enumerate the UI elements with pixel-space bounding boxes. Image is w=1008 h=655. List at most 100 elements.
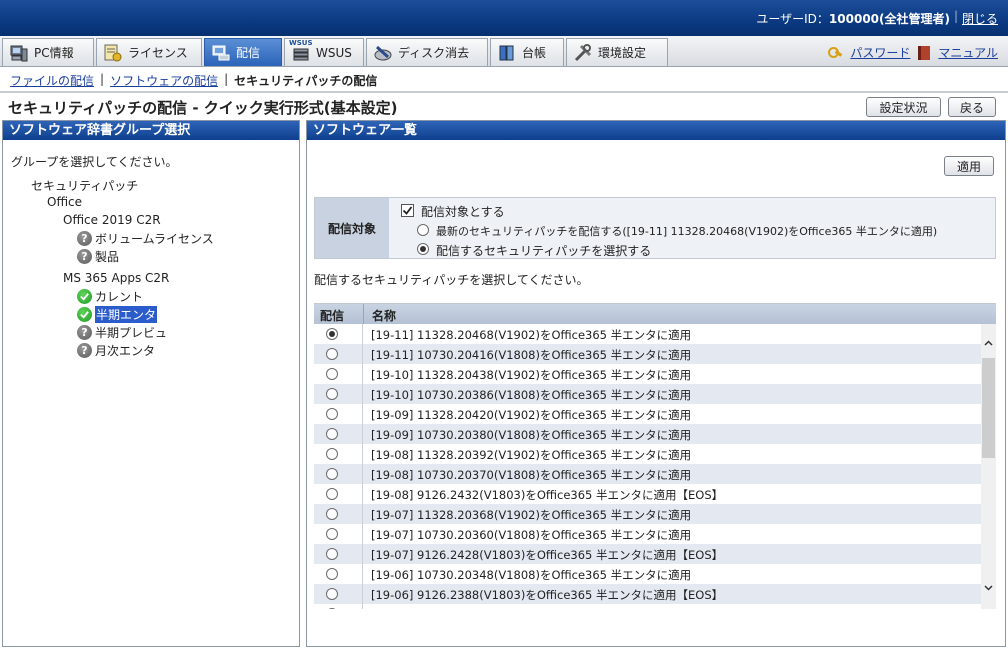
table-row[interactable]: [19-07] 11328.20368(V1902)をOffice365 半エン… xyxy=(314,504,981,524)
deliver-cell xyxy=(314,444,363,464)
table-row[interactable]: [19-08] 10730.20370(V1808)をOffice365 半エン… xyxy=(314,464,981,484)
tab-label: 環境設定 xyxy=(598,46,647,60)
left-panel-title: ソフトウェア辞書グループ選択 xyxy=(3,121,299,140)
scroll-thumb[interactable] xyxy=(982,358,995,458)
table-row[interactable]: [19-06] 10730.20348(V1808)をOffice365 半エン… xyxy=(314,564,981,584)
deliver-cell xyxy=(314,524,363,544)
tab-label: PC情報 xyxy=(34,46,74,60)
tree-node-monthly-enterprise[interactable]: ? 月次エンタ xyxy=(77,342,155,359)
tree-node-office2019[interactable]: Office 2019 C2R xyxy=(63,213,161,227)
table-row[interactable]: [19-08] 9126.2432(V1803)をOffice365 半エンタに… xyxy=(314,484,981,504)
row-select-radio[interactable] xyxy=(326,488,338,500)
row-select-radio[interactable] xyxy=(326,508,338,520)
wsus-icon: WSUS xyxy=(289,39,313,63)
patch-name: [19-09] 11328.20420(V1902)をOffice365 半エン… xyxy=(371,408,692,422)
select-patch-radio[interactable] xyxy=(417,243,429,255)
deliver-cell xyxy=(314,544,363,564)
select-instruction: 配信するセキュリティパッチを選択してください。 xyxy=(314,273,589,287)
tree-node-semi-enterprise[interactable]: 半期エンタ xyxy=(77,306,158,323)
password-link[interactable]: パスワード xyxy=(850,44,910,61)
wsus-tag: WSUS xyxy=(289,38,313,47)
manual-link[interactable]: マニュアル xyxy=(938,44,998,61)
software-list-panel: ソフトウェア一覧 適用 配信対象 配信対象とする 最新のセキュリティパッチを配信… xyxy=(306,120,1006,647)
row-select-radio[interactable] xyxy=(326,408,338,420)
top-header: ユーザーID：100000(全社管理者) | 閉じる xyxy=(0,0,1008,36)
row-select-radio[interactable] xyxy=(326,588,338,600)
column-name: 名称 xyxy=(372,309,397,323)
delivery-target-checkbox[interactable] xyxy=(401,204,414,217)
row-select-radio[interactable] xyxy=(326,368,338,380)
tab-label: 台帳 xyxy=(522,46,547,60)
row-select-radio[interactable] xyxy=(326,548,338,560)
settings-icon xyxy=(573,43,593,63)
page-title: セキュリティパッチの配信 - クイック実行形式(基本設定) xyxy=(8,99,398,117)
deliver-cell xyxy=(314,584,363,604)
deliver-cell xyxy=(314,344,363,364)
row-select-radio[interactable] xyxy=(326,468,338,480)
scroll-down-icon[interactable] xyxy=(983,582,994,593)
row-select-radio[interactable] xyxy=(326,328,338,340)
table-row[interactable]: [19-09] 11328.20420(V1902)をOffice365 半エン… xyxy=(314,404,981,424)
table-row[interactable]: [19-11] 10730.20416(V1808)をOffice365 半エン… xyxy=(314,344,981,364)
question-icon: ? xyxy=(77,343,92,358)
row-select-radio[interactable] xyxy=(326,348,338,360)
row-select-radio[interactable] xyxy=(326,428,338,440)
delivery-target-box: 配信対象 配信対象とする 最新のセキュリティパッチを配信する([19-11] 1… xyxy=(314,197,996,259)
close-link[interactable]: 閉じる xyxy=(962,10,998,27)
row-select-radio[interactable] xyxy=(326,528,338,540)
table-row[interactable]: [19-10] 11328.20438(V1902)をOffice365 半エン… xyxy=(314,364,981,384)
row-select-radio[interactable] xyxy=(326,568,338,580)
check-icon xyxy=(77,289,92,304)
tree-node-security-patch[interactable]: セキュリティパッチ xyxy=(31,177,138,194)
row-select-radio[interactable] xyxy=(326,448,338,460)
breadcrumb-separator: | xyxy=(100,72,105,86)
tab-wsus[interactable]: WSUS WSUS xyxy=(284,38,364,66)
tree-node-current[interactable]: カレント xyxy=(77,288,143,305)
table-row[interactable]: [19-05] 10730.20344(V1808)をOffice365 半エン… xyxy=(314,604,981,609)
table-row[interactable]: [19-11] 11328.20468(V1902)をOffice365 半エン… xyxy=(314,324,981,344)
user-id-label: ユーザーID： xyxy=(756,12,829,26)
divider xyxy=(0,91,1008,93)
deliver-cell xyxy=(314,384,363,404)
tree-node-label: 半期プレビュ xyxy=(95,326,168,340)
breadcrumb-file-distribution[interactable]: ファイルの配信 xyxy=(10,72,94,89)
tab-disk-erase[interactable]: ディスク消去 xyxy=(366,38,488,66)
latest-patch-radio[interactable] xyxy=(417,224,429,236)
back-button[interactable]: 戻る xyxy=(948,97,996,117)
scroll-up-icon[interactable] xyxy=(983,338,994,349)
tab-label: ディスク消去 xyxy=(398,46,470,60)
tab-license[interactable]: ライセンス xyxy=(96,38,202,66)
tree-node-product[interactable]: ? 製品 xyxy=(77,248,119,265)
table-row[interactable]: [19-06] 9126.2388(V1803)をOffice365 半エンタに… xyxy=(314,584,981,604)
table-row[interactable]: [19-10] 10730.20386(V1808)をOffice365 半エン… xyxy=(314,384,981,404)
patch-name: [19-06] 10730.20348(V1808)をOffice365 半エン… xyxy=(371,568,692,582)
table-row[interactable]: [19-08] 11328.20392(V1902)をOffice365 半エン… xyxy=(314,444,981,464)
tree-node-semi-preview[interactable]: ? 半期プレビュ xyxy=(77,324,167,341)
tree-node-label: 月次エンタ xyxy=(95,344,156,358)
deliver-cell xyxy=(314,324,363,344)
tree-node-label: 製品 xyxy=(95,250,120,264)
table-row[interactable]: [19-09] 10730.20380(V1808)をOffice365 半エン… xyxy=(314,424,981,444)
breadcrumb-software-distribution[interactable]: ソフトウェアの配信 xyxy=(110,72,218,89)
tab-settings[interactable]: 環境設定 xyxy=(566,38,668,66)
patch-name: [19-07] 11328.20368(V1902)をOffice365 半エン… xyxy=(371,508,692,522)
tree-node-label-selected: 半期エンタ xyxy=(95,306,158,323)
tab-pc-info[interactable]: PC情報 xyxy=(2,38,94,66)
table-row[interactable]: [19-07] 10730.20360(V1808)をOffice365 半エン… xyxy=(314,524,981,544)
settings-status-button[interactable]: 設定状況 xyxy=(866,97,941,117)
table-scrollbar[interactable] xyxy=(981,324,996,609)
tree-node-office[interactable]: Office xyxy=(47,195,82,209)
row-select-radio[interactable] xyxy=(326,388,338,400)
key-icon xyxy=(828,46,842,60)
row-select-radio[interactable] xyxy=(326,608,338,609)
patch-name: [19-06] 9126.2388(V1803)をOffice365 半エンタに… xyxy=(371,588,724,602)
tab-distribution[interactable]: 配信 xyxy=(204,38,282,66)
tree-node-volume-license[interactable]: ? ボリュームライセンス xyxy=(77,230,214,247)
latest-patch-label: 最新のセキュリティパッチを配信する([19-11] 11328.20468(V1… xyxy=(436,225,938,238)
table-row[interactable]: [19-07] 9126.2428(V1803)をOffice365 半エンタに… xyxy=(314,544,981,564)
tree-node-ms365[interactable]: MS 365 Apps C2R xyxy=(63,271,169,285)
distribution-icon xyxy=(211,43,231,63)
apply-button[interactable]: 適用 xyxy=(944,156,994,176)
tab-ledger[interactable]: 台帳 xyxy=(490,38,564,66)
patch-table: 配信 名称 [19-11] 11328.20468(V1902)をOffice3… xyxy=(314,303,996,609)
